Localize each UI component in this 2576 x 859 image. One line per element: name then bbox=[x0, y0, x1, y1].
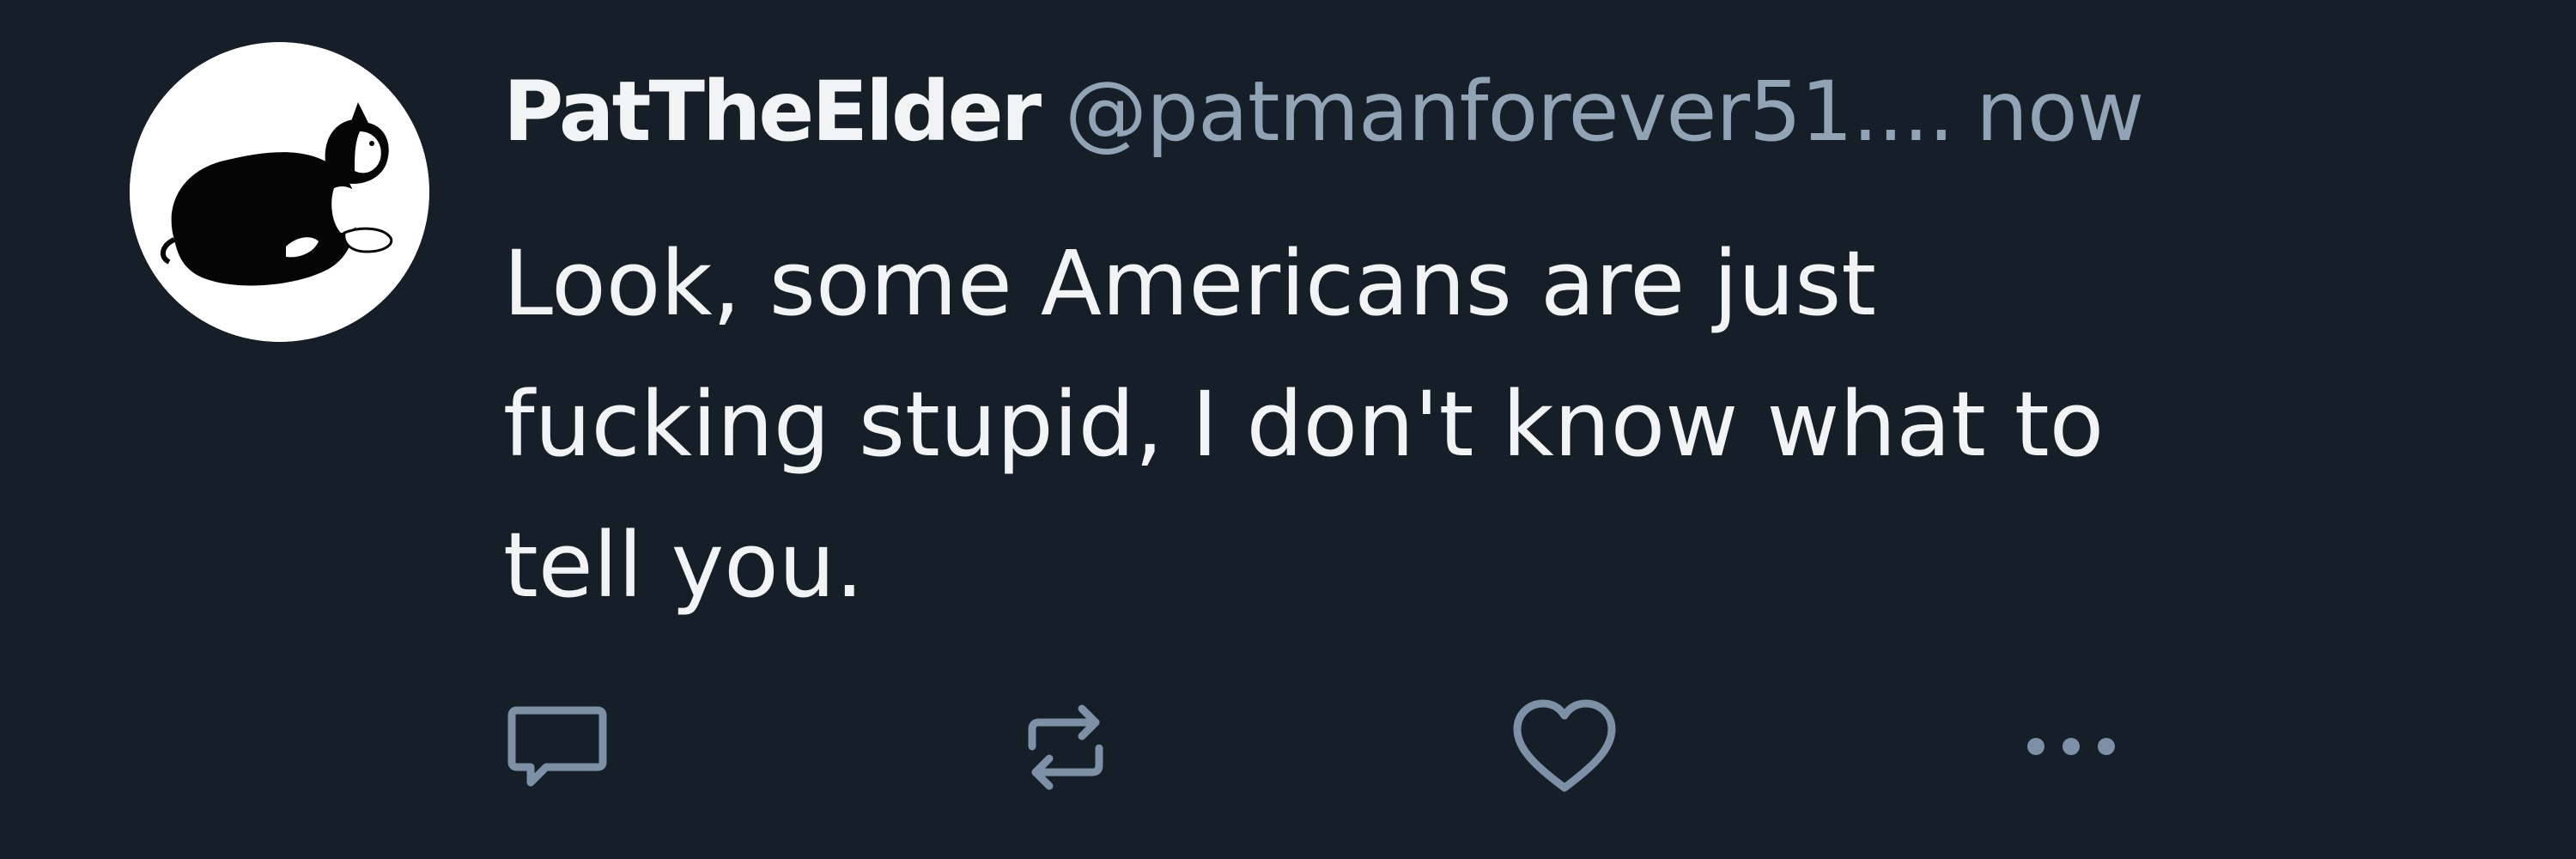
heart-icon bbox=[1513, 699, 1616, 792]
tweet-text-line: fucking stupid, I don't know what to bbox=[503, 372, 2105, 477]
like-button[interactable] bbox=[1509, 691, 1620, 803]
tweet-text-line: tell you. bbox=[503, 513, 864, 618]
tweet-actions bbox=[0, 691, 2576, 795]
tweet-text: Look, some Americans are just fucking st… bbox=[503, 213, 2435, 636]
timestamp[interactable]: now bbox=[1976, 60, 2144, 163]
avatar[interactable] bbox=[130, 42, 429, 342]
display-name[interactable]: PatTheElder bbox=[503, 60, 1042, 163]
user-handle[interactable]: @patmanforever51.... bbox=[1065, 60, 1954, 163]
cat-avatar-icon bbox=[130, 42, 429, 342]
tweet-header: PatTheElder @patmanforever51.... now bbox=[503, 60, 2144, 163]
reply-button[interactable] bbox=[501, 691, 613, 803]
reply-icon bbox=[507, 706, 607, 787]
more-icon bbox=[2027, 738, 2115, 755]
more-button[interactable] bbox=[2015, 691, 2127, 803]
retweet-icon bbox=[1028, 704, 1103, 790]
tweet-text-line: Look, some Americans are just bbox=[503, 231, 1877, 336]
retweet-button[interactable] bbox=[1010, 691, 1121, 803]
